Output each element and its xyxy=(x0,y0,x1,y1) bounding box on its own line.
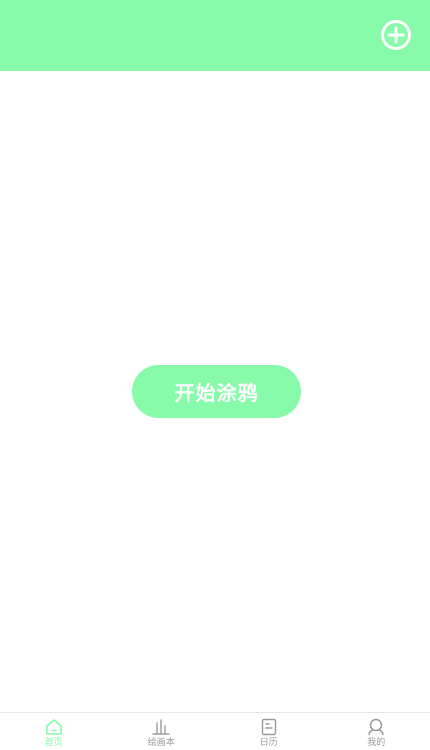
tab-me[interactable]: 我的 xyxy=(323,713,430,750)
document-icon xyxy=(259,717,279,737)
top-header xyxy=(0,0,430,71)
tab-label-calendar: 日历 xyxy=(259,738,278,748)
tab-home[interactable]: 首页 xyxy=(0,713,108,750)
add-button[interactable] xyxy=(380,19,412,51)
user-icon xyxy=(366,717,386,737)
start-doodle-button[interactable]: 开始涂鸦 xyxy=(132,365,301,418)
tab-drawing-book[interactable]: 绘画本 xyxy=(108,713,216,750)
bar-chart-icon xyxy=(151,717,171,737)
main-content: 开始涂鸦 xyxy=(0,71,430,712)
home-icon xyxy=(44,717,64,737)
tab-label-home: 首页 xyxy=(44,738,63,748)
plus-circle-icon xyxy=(380,19,412,51)
tab-label-drawing-book: 绘画本 xyxy=(147,738,175,748)
tab-calendar[interactable]: 日历 xyxy=(215,713,323,750)
bottom-tab-bar: 首页 绘画本 日历 我的 xyxy=(0,712,430,750)
tab-label-me: 我的 xyxy=(367,738,386,748)
